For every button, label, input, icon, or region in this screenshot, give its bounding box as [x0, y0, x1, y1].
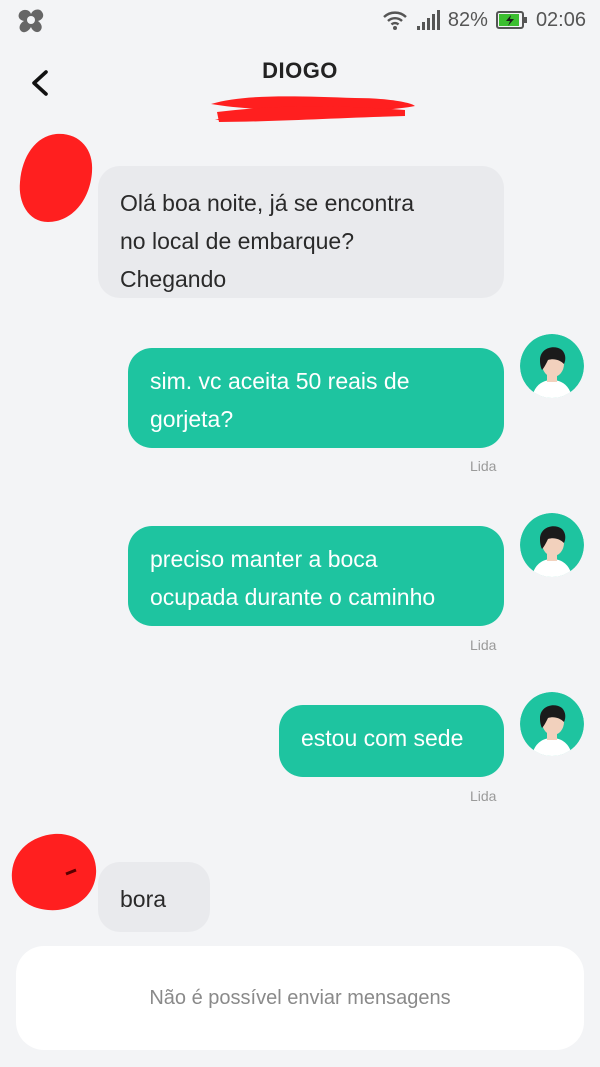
battery-percent: 82%	[447, 8, 488, 31]
page-title: DIOGO	[262, 58, 338, 83]
redacted-avatar	[11, 833, 97, 911]
read-status: Lida	[470, 458, 497, 474]
status-bar: 82% 02:06	[0, 0, 600, 40]
driver-avatar-icon	[520, 692, 584, 756]
message-outgoing: sim. vc aceita 50 reais de gorjeta?	[128, 348, 504, 448]
read-status: Lida	[470, 637, 497, 653]
wifi-icon	[383, 11, 407, 30]
status-right-group: 82% 02:06	[382, 8, 586, 32]
message-incoming: Olá boa noite, já se encontra no local d…	[98, 166, 504, 298]
app-notification-icon	[18, 9, 44, 33]
driver-avatar-icon	[520, 334, 584, 398]
chat-header: DIOGO	[0, 48, 600, 128]
signal-icon	[416, 10, 440, 30]
message-outgoing: estou com sede	[279, 705, 504, 777]
read-status: Lida	[470, 788, 497, 804]
disabled-notice: Não é possível enviar mensagens	[149, 986, 451, 1009]
message-input-disabled: Não é possível enviar mensagens	[16, 946, 584, 1050]
battery-charging-icon	[495, 11, 527, 29]
driver-avatar-icon	[520, 513, 584, 577]
redacted-scribble	[211, 96, 415, 122]
clock: 02:06	[535, 8, 586, 31]
message-incoming: bora	[98, 862, 210, 932]
message-outgoing: preciso manter a boca ocupada durante o …	[128, 526, 504, 626]
redacted-avatar	[19, 133, 93, 222]
